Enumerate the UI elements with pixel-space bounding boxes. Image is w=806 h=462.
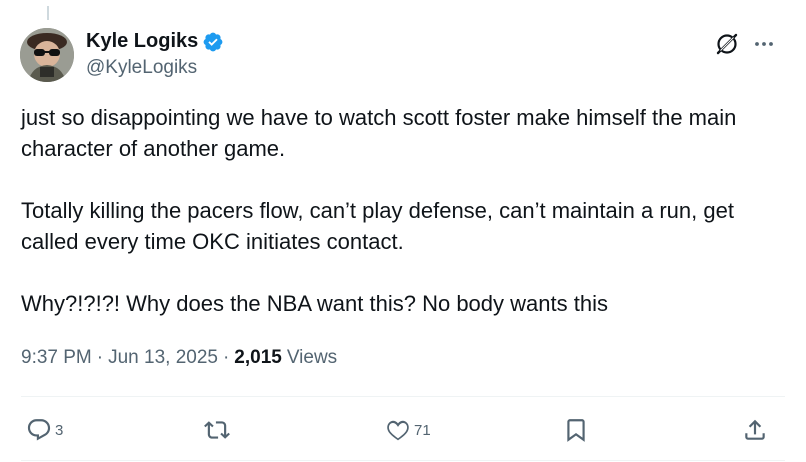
tweet-date[interactable]: Jun 13, 2025: [108, 347, 218, 369]
like-icon: [387, 420, 409, 441]
tweet-paragraph: just so disappointing we have to watch s…: [21, 105, 737, 161]
verified-badge-icon: [203, 32, 223, 51]
reply-button[interactable]: 3: [26, 412, 63, 448]
tweet-paragraph: Why?!?!?! Why does the NBA want this? No…: [21, 291, 608, 316]
meta-separator: ·: [96, 347, 104, 368]
tweet-meta: 9:37 PM · Jun 13, 2025 · 2,015 Views: [21, 347, 337, 369]
reply-icon: [27, 419, 51, 441]
divider: [21, 396, 785, 397]
views-label: Views: [286, 347, 338, 368]
more-options-icon[interactable]: [752, 32, 776, 56]
retweet-icon: [204, 421, 230, 439]
avatar[interactable]: [20, 28, 74, 82]
views-count: 2,015: [234, 347, 282, 368]
meta-separator: ·: [222, 347, 230, 368]
author-handle[interactable]: @KyleLogiks: [86, 57, 197, 79]
tweet-time[interactable]: 9:37 PM: [21, 347, 92, 369]
author-display-name[interactable]: Kyle Logiks: [86, 30, 198, 53]
reply-count: 3: [55, 421, 64, 439]
like-count: 71: [414, 421, 431, 439]
grok-icon[interactable]: [714, 31, 740, 57]
thread-connector-line: [47, 6, 49, 20]
retweet-button[interactable]: [204, 412, 233, 448]
author-name-row[interactable]: Kyle Logiks: [86, 30, 224, 53]
share-button[interactable]: [742, 412, 768, 448]
tweet-text: just so disappointing we have to watch s…: [21, 102, 791, 319]
tweet-paragraph: Totally killing the pacers flow, can’t p…: [21, 198, 734, 254]
divider: [21, 460, 785, 461]
bookmark-button[interactable]: [563, 412, 589, 448]
action-bar: 3 71: [21, 412, 785, 448]
like-button[interactable]: 71: [385, 412, 431, 448]
avatar-image: [20, 28, 74, 82]
share-icon: [745, 419, 765, 440]
bookmark-icon: [567, 419, 585, 442]
